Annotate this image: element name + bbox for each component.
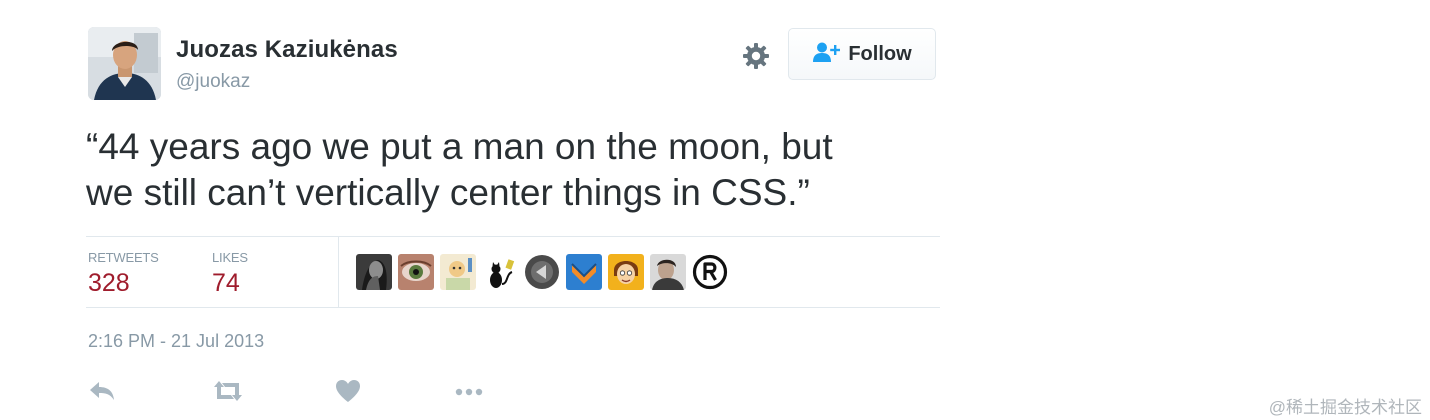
- like-icon[interactable]: [333, 378, 363, 404]
- follow-label: Follow: [848, 42, 912, 65]
- more-icon[interactable]: [454, 378, 484, 404]
- liker-avatar[interactable]: [608, 254, 644, 290]
- tweet-text: “44 years ago we put a man on the moon, …: [86, 124, 946, 216]
- user-handle[interactable]: @juokaz: [176, 71, 250, 93]
- watermark: @稀土掘金技术社区: [1268, 398, 1422, 417]
- stats-top-divider: [86, 236, 940, 237]
- avatar[interactable]: [88, 27, 161, 100]
- liker-avatar[interactable]: [398, 254, 434, 290]
- liker-avatars: [356, 254, 728, 290]
- registered-avatar[interactable]: [692, 254, 728, 290]
- display-name[interactable]: Juozas Kaziukėnas: [176, 36, 398, 64]
- liker-avatar[interactable]: [524, 254, 560, 290]
- gear-icon[interactable]: [740, 40, 772, 72]
- reply-icon[interactable]: [88, 378, 118, 404]
- liker-avatar[interactable]: [650, 254, 686, 290]
- add-user-icon: [812, 41, 841, 68]
- tweet-timestamp[interactable]: 2:16 PM - 21 Jul 2013: [88, 331, 264, 352]
- liker-avatar[interactable]: [356, 254, 392, 290]
- tweet-text-line-2: we still can’t vertically center things …: [86, 172, 810, 213]
- follow-button[interactable]: Follow: [788, 28, 936, 80]
- retweets-label: RETWEETS: [88, 250, 159, 265]
- likes-label: LIKES: [212, 250, 248, 265]
- retweet-icon[interactable]: [211, 378, 245, 404]
- liker-avatar[interactable]: [482, 254, 518, 290]
- stats-vertical-divider: [338, 237, 339, 307]
- likes-count[interactable]: 74: [212, 269, 240, 298]
- liker-avatar[interactable]: [566, 254, 602, 290]
- tweet-text-line-1: “44 years ago we put a man on the moon, …: [86, 126, 833, 167]
- stats-bottom-divider: [86, 307, 940, 308]
- liker-avatar[interactable]: [440, 254, 476, 290]
- tweet-card: Juozas Kaziukėnas @juokaz Follow “44 yea…: [0, 0, 1430, 420]
- retweets-count[interactable]: 328: [88, 269, 130, 298]
